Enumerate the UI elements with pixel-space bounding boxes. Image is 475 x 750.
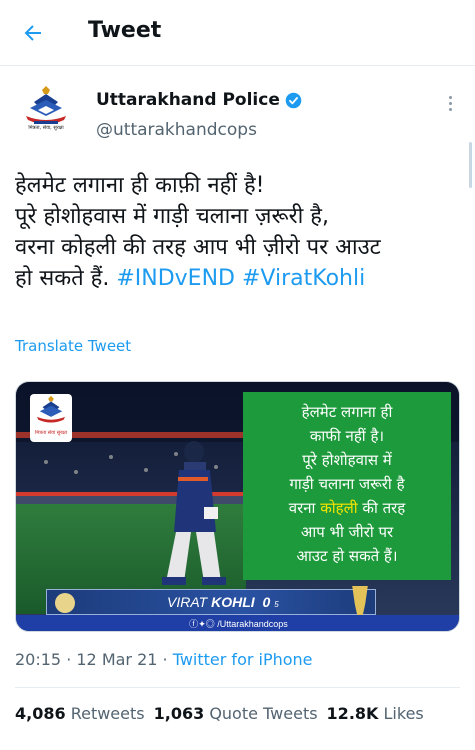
likes-count: 12.8K — [326, 704, 379, 723]
scrollbar[interactable] — [469, 142, 472, 188]
back-button[interactable] — [16, 17, 50, 49]
top-app-bar: Tweet — [0, 0, 475, 66]
player-first-name: VIRAT — [167, 594, 208, 610]
likes-label: Likes — [383, 704, 424, 723]
tweet-line: पूरे होशोहवास में गाड़ी चलाना ज़रूरी है, — [15, 204, 329, 229]
hashtag-link[interactable]: #INDvEND — [116, 266, 235, 291]
tweet-line: वरना कोहली की तरह आप भी ज़ीरो पर आउट — [15, 235, 381, 260]
overlay-line: आउट हो सकते हैं। — [296, 547, 398, 565]
social-bar: ⓕ✦◎ /Uttarakhandcops — [16, 615, 459, 631]
arrow-left-icon — [24, 25, 41, 41]
avatar[interactable]: मित्रता, सेवा, सुरक्षा — [16, 80, 76, 140]
quote-tweets-label: Quote Tweets — [209, 704, 318, 723]
instagram-icon: ◎ — [205, 619, 215, 629]
more-dot-icon — [448, 107, 452, 111]
message-overlay: हेलमेट लगाना ही काफी नहीं है। पूरे होशोह… — [243, 392, 451, 580]
media-logo: मित्रता सेवा सुरक्षा — [30, 394, 72, 442]
tweet-meta: 20:15 · 12 Mar 21 · Twitter for iPhone — [15, 650, 313, 669]
overlay-line: पूरे होशोहवास में — [302, 451, 392, 469]
author-display-name[interactable]: Uttarakhand Police — [96, 90, 280, 110]
verified-badge-icon — [285, 92, 302, 108]
tweet-date[interactable]: 12 Mar 21 — [76, 650, 157, 669]
retweets-stat[interactable]: 4,086 Retweets — [15, 704, 145, 723]
engagement-stats: 4,086 Retweets 1,063 Quote Tweets 12.8K … — [15, 704, 433, 723]
overlay-line: वरना कोहली की तरह — [243, 496, 451, 520]
tweet-text: हेलमेट लगाना ही काफ़ी नहीं है! पूरे होशो… — [15, 170, 465, 294]
social-handle: /Uttarakhandcops — [217, 619, 288, 629]
player-last-name: KOHLI — [211, 594, 255, 610]
quote-tweets-count: 1,063 — [153, 704, 205, 723]
player-balls: 5 — [274, 600, 279, 609]
more-dot-icon — [448, 95, 452, 99]
page-title: Tweet — [88, 18, 162, 43]
media-logo-caption: मित्रता सेवा सुरक्षा — [34, 430, 68, 436]
author-display-name-row[interactable]: Uttarakhand Police — [96, 90, 302, 110]
quote-tweets-stat[interactable]: 1,063 Quote Tweets — [154, 704, 318, 723]
police-logo-icon — [37, 395, 65, 423]
meta-separator: · — [157, 650, 173, 669]
tweet-image[interactable]: मित्रता सेवा सुरक्षा हेलमेट लगाना ही काफ… — [15, 381, 460, 632]
overlay-line: गाड़ी चलाना जरूरी है — [289, 475, 405, 493]
player-runs: 0 — [262, 594, 271, 610]
tweet-client-link[interactable]: Twitter for iPhone — [173, 650, 313, 669]
overlay-line: आप भी जीरो पर — [300, 523, 394, 541]
tweet-line-text: हो सकते हैं. — [15, 266, 117, 291]
translate-tweet-link[interactable]: Translate Tweet — [15, 337, 131, 355]
tweet-line: हो सकते हैं. #INDvEND #ViratKohli — [15, 263, 465, 294]
more-options-button[interactable] — [440, 93, 460, 113]
avatar-caption: मित्रता, सेवा, सुरक्षा — [28, 125, 64, 131]
tweet-time[interactable]: 20:15 — [15, 650, 61, 669]
scoreboard-player: VIRAT KOHLI 0 5 — [167, 594, 279, 610]
hashtag-link[interactable]: #ViratKohli — [242, 266, 365, 291]
police-logo-icon — [16, 80, 76, 140]
divider — [15, 687, 460, 688]
facebook-icon: ⓕ — [189, 619, 199, 629]
overlay-line: हेलमेट लगाना ही — [301, 403, 393, 421]
scoreboard-trophy-icon — [352, 586, 368, 616]
author-handle[interactable]: @uttarakhandcops — [96, 120, 257, 140]
scoreboard-emblem-icon — [55, 593, 75, 613]
overlay-text: वरना — [288, 499, 321, 517]
meta-separator: · — [61, 650, 77, 669]
overlay-highlight: कोहली — [320, 499, 358, 517]
overlay-text: की तरह — [357, 499, 406, 517]
overlay-line: काफी नहीं है। — [309, 427, 385, 445]
likes-stat[interactable]: 12.8K Likes — [327, 704, 424, 723]
retweets-label: Retweets — [70, 704, 145, 723]
more-dot-icon — [448, 101, 452, 105]
retweets-count: 4,086 — [15, 704, 66, 723]
scoreboard: VIRAT KOHLI 0 5 — [46, 586, 376, 616]
tweet-line: हेलमेट लगाना ही काफ़ी नहीं है! — [15, 173, 265, 198]
twitter-icon: ✦ — [198, 619, 206, 629]
